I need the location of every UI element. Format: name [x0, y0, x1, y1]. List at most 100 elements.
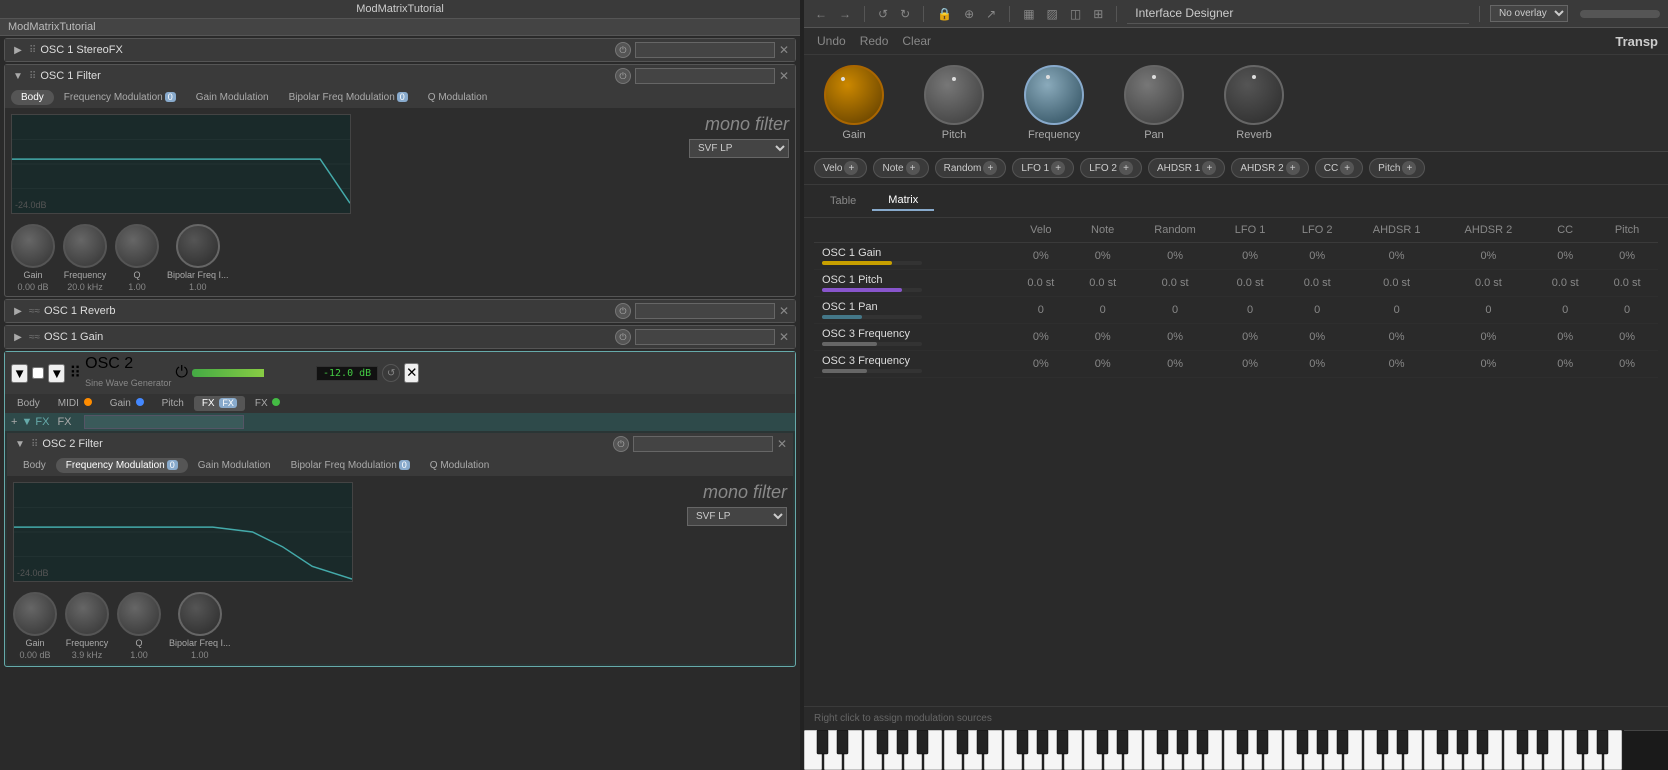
osc2-filter-power[interactable]: ⏻ — [613, 436, 629, 452]
osc1-reverb-toggle[interactable]: ▶ — [11, 304, 25, 318]
mod-source-ahdsr1[interactable]: AHDSR 1 + — [1148, 158, 1225, 178]
osc2-fx-add-btn[interactable]: + — [11, 416, 17, 428]
cell-2-3[interactable]: 0 — [1217, 297, 1284, 324]
cell-4-0[interactable]: 0% — [1010, 351, 1072, 378]
osc1-filter-toggle[interactable]: ▼ — [11, 69, 25, 83]
mod-source-note[interactable]: Note + — [873, 158, 928, 178]
pan-instr-knob[interactable] — [1124, 65, 1184, 125]
osc1-reverb-close[interactable]: ✕ — [779, 304, 789, 318]
cell-4-3[interactable]: 0% — [1217, 351, 1284, 378]
osc2-freq-knob[interactable] — [65, 592, 109, 636]
cell-3-6[interactable]: 0% — [1443, 324, 1535, 351]
osc1-bipolar-knob[interactable] — [176, 224, 220, 268]
osc1-reverb-input[interactable] — [635, 303, 775, 319]
cell-1-6[interactable]: 0.0 st — [1443, 270, 1535, 297]
cell-1-2[interactable]: 0.0 st — [1134, 270, 1217, 297]
tb-grid4[interactable]: ⊞ — [1090, 5, 1106, 23]
osc2-filter-type-select[interactable]: SVF LP SVF HP — [687, 507, 787, 526]
osc1-freq-knob[interactable] — [63, 224, 107, 268]
osc2-expand-toggle[interactable]: ▼ — [11, 364, 28, 383]
osc1-gain-input[interactable] — [635, 329, 775, 345]
osc2-tab-freq-mod[interactable]: Frequency Modulation0 — [56, 458, 188, 473]
tb-redo[interactable]: ↻ — [897, 5, 913, 23]
clear-button[interactable]: Clear — [899, 32, 934, 50]
osc1-reverb-power[interactable]: ⏻ — [615, 303, 631, 319]
cell-3-0[interactable]: 0% — [1010, 324, 1072, 351]
tb-lock[interactable]: 🔒 — [934, 5, 955, 23]
osc2-tab-fx1[interactable]: FX FX — [194, 396, 245, 411]
cell-4-7[interactable]: 0% — [1534, 351, 1596, 378]
cell-1-5[interactable]: 0.0 st — [1351, 270, 1443, 297]
cell-4-1[interactable]: 0% — [1072, 351, 1134, 378]
cell-2-5[interactable]: 0 — [1351, 297, 1443, 324]
cell-2-0[interactable]: 0 — [1010, 297, 1072, 324]
osc2-bipolar-knob[interactable] — [178, 592, 222, 636]
cell-3-4[interactable]: 0% — [1284, 324, 1351, 351]
cell-4-8[interactable]: 0% — [1596, 351, 1658, 378]
osc1-stereofx-close[interactable]: ✕ — [779, 43, 789, 57]
osc1-gain-power[interactable]: ⏻ — [615, 329, 631, 345]
mod-source-random-plus[interactable]: + — [983, 161, 997, 175]
cell-0-5[interactable]: 0% — [1351, 243, 1443, 270]
tb-grid1[interactable]: ▦ — [1020, 5, 1037, 23]
cell-1-4[interactable]: 0.0 st — [1284, 270, 1351, 297]
frequency-instr-knob[interactable] — [1024, 65, 1084, 125]
mod-source-cc[interactable]: CC + — [1315, 158, 1363, 178]
cell-2-2[interactable]: 0 — [1134, 297, 1217, 324]
cell-3-7[interactable]: 0% — [1534, 324, 1596, 351]
cell-3-8[interactable]: 0% — [1596, 324, 1658, 351]
osc1-stereofx-power[interactable]: ⏻ — [615, 42, 631, 58]
osc2-tab-q-mod[interactable]: Q Modulation — [420, 458, 499, 473]
undo-button[interactable]: Undo — [814, 32, 849, 50]
cell-1-8[interactable]: 0.0 st — [1596, 270, 1658, 297]
tb-grid3[interactable]: ◫ — [1067, 5, 1084, 23]
osc2-fx-input[interactable] — [84, 415, 244, 429]
zoom-slider[interactable] — [1580, 10, 1660, 18]
osc2-reset-btn[interactable]: ↺ — [382, 364, 400, 382]
tab-matrix[interactable]: Matrix — [872, 191, 934, 211]
mod-source-note-plus[interactable]: + — [906, 161, 920, 175]
tb-grid2[interactable]: ▨ — [1044, 5, 1061, 23]
osc1-gain-toggle[interactable]: ▶ — [11, 330, 25, 344]
cell-3-3[interactable]: 0% — [1217, 324, 1284, 351]
overlay-select[interactable]: No overlay — [1490, 5, 1568, 22]
mod-source-velo-plus[interactable]: + — [844, 161, 858, 175]
osc1-gain-close[interactable]: ✕ — [779, 330, 789, 344]
mod-source-pitch-plus[interactable]: + — [1402, 161, 1416, 175]
cell-3-2[interactable]: 0% — [1134, 324, 1217, 351]
osc2-q-knob[interactable] — [117, 592, 161, 636]
cell-1-7[interactable]: 0.0 st — [1534, 270, 1596, 297]
mod-source-lfo2[interactable]: LFO 2 + — [1080, 158, 1142, 178]
osc2-tab-fx2[interactable]: FX — [247, 396, 289, 411]
cell-2-4[interactable]: 0 — [1284, 297, 1351, 324]
osc2-power[interactable]: ⏻ — [175, 364, 188, 382]
cell-0-2[interactable]: 0% — [1134, 243, 1217, 270]
osc1-filter-close[interactable]: ✕ — [779, 69, 789, 83]
cell-2-6[interactable]: 0 — [1443, 297, 1535, 324]
osc2-toggle[interactable]: ▼ — [48, 364, 65, 383]
cell-2-1[interactable]: 0 — [1072, 297, 1134, 324]
osc1-q-knob[interactable] — [115, 224, 159, 268]
mod-source-velo[interactable]: Velo + — [814, 158, 867, 178]
cell-0-6[interactable]: 0% — [1443, 243, 1535, 270]
cell-1-0[interactable]: 0.0 st — [1010, 270, 1072, 297]
osc1-filter-input[interactable] — [635, 68, 775, 84]
tab-gain-mod[interactable]: Gain Modulation — [186, 90, 279, 105]
osc2-filter-toggle[interactable]: ▼ — [13, 437, 27, 451]
mod-source-ahdsr1-plus[interactable]: + — [1202, 161, 1216, 175]
osc2-tab-bipolar[interactable]: Bipolar Freq Modulation0 — [281, 458, 420, 473]
reverb-instr-knob[interactable] — [1224, 65, 1284, 125]
tb-back[interactable]: ← — [812, 5, 830, 23]
osc2-tab-body[interactable]: Body — [13, 458, 56, 473]
osc2-filter-close[interactable]: ✕ — [777, 437, 787, 451]
osc2-checkbox[interactable] — [32, 367, 44, 379]
osc1-filter-type-select[interactable]: SVF LP SVF HP SVF BP — [689, 139, 789, 158]
mod-source-ahdsr2[interactable]: AHDSR 2 + — [1231, 158, 1308, 178]
mod-source-ahdsr2-plus[interactable]: + — [1286, 161, 1300, 175]
mod-source-cc-plus[interactable]: + — [1340, 161, 1354, 175]
gain-instr-knob[interactable] — [824, 65, 884, 125]
tab-table[interactable]: Table — [814, 191, 872, 211]
osc2-tab-gain[interactable]: Gain — [102, 396, 152, 411]
tb-undo[interactable]: ↺ — [875, 5, 891, 23]
tb-crosshair[interactable]: ⊕ — [961, 5, 977, 23]
